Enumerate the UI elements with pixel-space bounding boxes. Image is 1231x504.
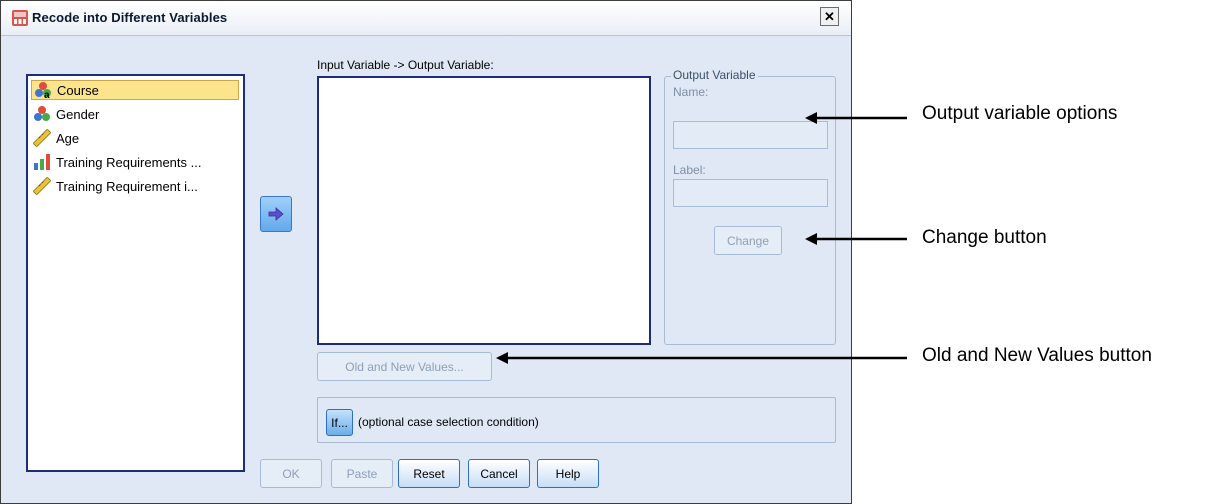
move-variable-button[interactable] — [260, 196, 292, 232]
callout-change-button: Change button — [922, 227, 1047, 248]
callout-arrow-old-new — [496, 352, 907, 364]
source-variable-list[interactable]: a Course Gender Age Training Requirement… — [26, 74, 245, 472]
old-and-new-values-button[interactable]: Old and New Values... — [317, 352, 492, 381]
change-button[interactable]: Change — [714, 226, 782, 255]
nominal-variable-icon: a — [35, 82, 51, 99]
paste-button[interactable]: Paste — [331, 459, 393, 488]
label-label: Label: — [673, 163, 706, 177]
variable-label: Course — [57, 82, 99, 98]
if-condition-box: If... (optional case selection condition… — [317, 397, 836, 443]
cancel-button[interactable]: Cancel — [468, 459, 530, 488]
output-variable-group-title: Output Variable — [671, 68, 758, 82]
variable-item-training-requirement-i[interactable]: Training Requirement i... — [31, 176, 239, 196]
io-list-label: Input Variable -> Output Variable: — [317, 58, 494, 72]
close-button[interactable]: ✕ — [820, 7, 839, 26]
callout-arrow-output-options — [805, 112, 907, 124]
variable-label: Gender — [56, 106, 100, 122]
close-icon: ✕ — [824, 9, 835, 24]
variable-label: Age — [56, 130, 80, 146]
arrow-right-icon — [268, 207, 284, 221]
title-bar: Recode into Different Variables ✕ — [1, 1, 851, 36]
variable-item-training-requirements[interactable]: Training Requirements ... — [31, 152, 239, 172]
reset-button[interactable]: Reset — [398, 459, 460, 488]
variable-label: Training Requirement i... — [56, 178, 198, 194]
ok-button[interactable]: OK — [260, 459, 322, 488]
callout-output-options: Output variable options — [922, 103, 1118, 124]
spss-app-icon — [12, 10, 28, 26]
variable-label: Training Requirements ... — [56, 154, 202, 170]
nominal-variable-icon — [34, 106, 50, 121]
scale-variable-icon — [33, 129, 51, 147]
window-title: Recode into Different Variables — [32, 10, 228, 25]
variable-item-age[interactable]: Age — [31, 128, 239, 148]
variable-item-gender[interactable]: Gender — [31, 104, 239, 124]
scale-variable-icon — [33, 177, 51, 195]
recode-dialog: Recode into Different Variables ✕ a Cour… — [0, 0, 852, 504]
name-field[interactable] — [673, 121, 828, 149]
label-field[interactable] — [673, 179, 828, 207]
if-button[interactable]: If... — [326, 409, 353, 436]
variable-item-course[interactable]: a Course — [31, 80, 239, 100]
callout-old-new-button: Old and New Values button — [922, 345, 1152, 366]
ordinal-variable-icon — [34, 154, 50, 170]
help-button[interactable]: Help — [537, 459, 599, 488]
input-output-variable-list[interactable] — [317, 76, 651, 345]
name-label: Name: — [673, 85, 709, 99]
callout-arrow-change-button — [805, 233, 907, 245]
svg-text:a: a — [44, 90, 50, 99]
if-condition-text: (optional case selection condition) — [358, 415, 539, 429]
